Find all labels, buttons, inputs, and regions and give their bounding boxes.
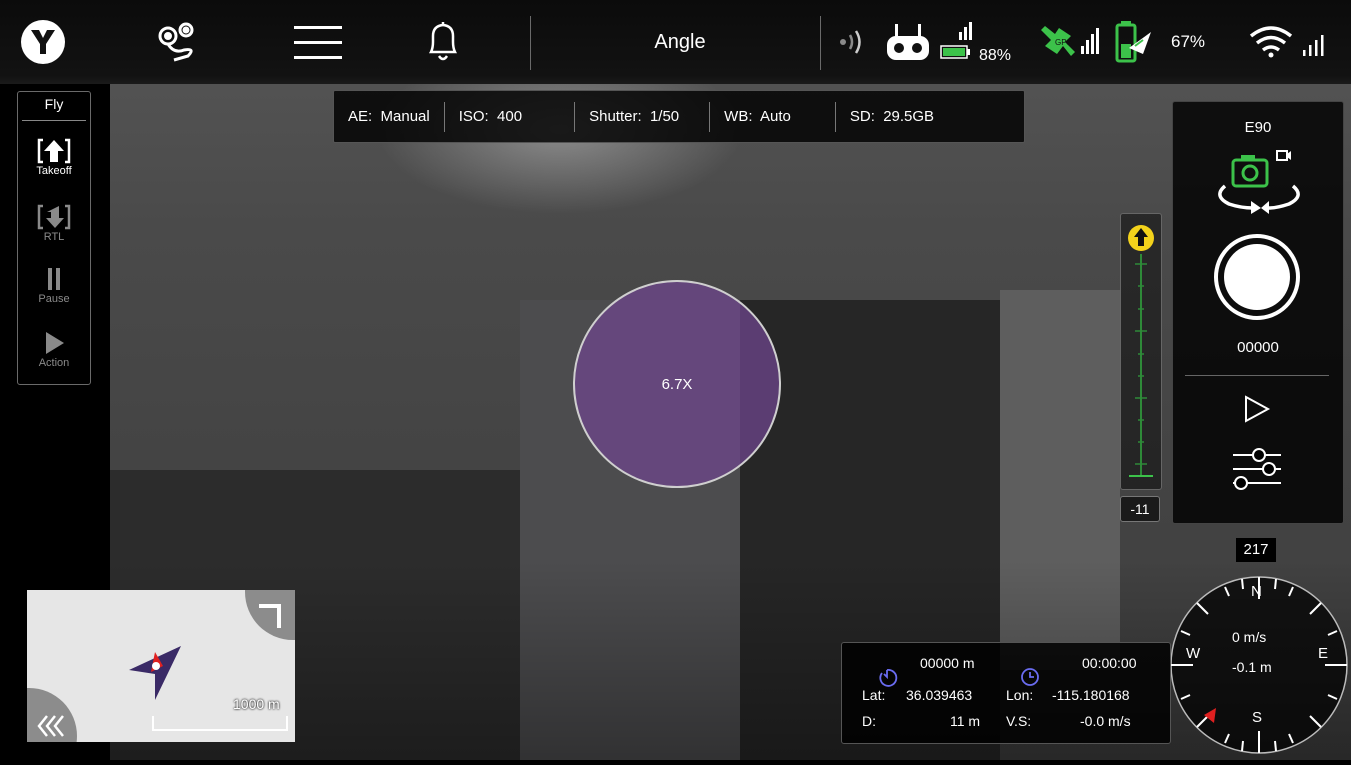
return-home-icon [37,204,71,230]
mode-title: Angle [654,30,706,53]
controller-battery-icon [938,0,976,84]
camera-switch-icon[interactable] [1211,148,1307,225]
battery-icon[interactable] [1112,0,1158,84]
heading-readout: 217 [1236,538,1276,562]
action-button[interactable]: Action [18,330,90,369]
route-planning-icon[interactable] [148,0,208,84]
shutter-button[interactable] [1213,233,1301,326]
fly-panel-title: Fly [22,92,86,121]
compass-east: E [1318,645,1329,662]
flight-time-value: 00:00:00 [1082,655,1137,671]
map-scale-label: 1000 m [233,696,280,712]
compass-south: S [1252,709,1263,726]
bell-icon[interactable] [418,0,468,84]
gimbal-value: -11 [1120,496,1160,522]
action-label: Action [38,357,70,369]
map-scale-bar [152,716,288,731]
wb-setting[interactable]: WB: Auto [709,101,835,132]
menu-icon[interactable] [288,0,348,84]
pause-button[interactable]: Pause [18,266,90,305]
takeoff-label: Takeoff [36,165,72,177]
altitude-readout: -0.1 m [1232,659,1272,675]
divider [530,16,531,70]
lat-value: 36.039463 [906,687,973,703]
vs-label: V.S: [1006,713,1032,729]
gps-satellite-icon[interactable]: GPS [1035,0,1101,84]
vs-value: -0.0 m/s [1080,713,1131,729]
telemetry-panel: 00000 m 00:00:00 Lat: 36.039463 Lon: -11… [841,642,1171,744]
photo-counter: 00000 [1237,339,1279,356]
rtl-button[interactable]: RTL [18,202,90,243]
minimap[interactable]: 1000 m [27,590,295,742]
signal-broadcast-icon [832,0,872,84]
controller-battery-text: 88% [978,47,1012,64]
divider [1185,375,1329,376]
svg-text:GPS: GPS [1055,38,1072,47]
sd-storage: SD: 29.5GB [834,101,948,132]
top-bar: Angle 88% GPS 67% [0,0,1351,84]
play-icon [46,332,64,354]
zoom-label: 6.7X [661,376,693,393]
remote-controller-icon[interactable] [884,0,932,84]
d-label: D: [862,713,876,729]
up-arrow-icon [1128,225,1154,251]
d-value: 11 m [950,713,981,729]
drone-position-icon [129,646,181,700]
expand-corner-icon [259,604,281,628]
camera-panel: E90 00000 [1172,101,1344,524]
pause-label: Pause [38,293,70,305]
compass: N S W E 0 m/s -0.1 m [1166,563,1351,760]
ae-setting[interactable]: AE: Manual [334,102,444,132]
compass-west: W [1186,645,1201,662]
zoom-indicator[interactable]: 6.7X [573,280,781,488]
iso-setting[interactable]: ISO: 400 [443,101,574,132]
shutter-setting[interactable]: Shutter: 1/50 [574,101,709,132]
camera-settings-bar[interactable]: AE: Manual ISO: 400 Shutter: 1/50 WB: Au… [333,90,1025,143]
lon-label: Lon: [1006,687,1034,703]
wifi-icon[interactable] [1244,0,1334,84]
lat-label: Lat: [862,687,886,703]
lon-value: -115.180168 [1052,687,1130,703]
camera-settings-sliders-icon[interactable] [1231,445,1283,498]
takeoff-button[interactable]: Takeoff [18,136,90,177]
camera-model: E90 [1244,119,1272,136]
playback-icon[interactable] [1241,394,1271,429]
collapse-chevrons-icon [37,715,64,737]
distance-value: 00000 m [920,655,975,671]
drone-battery-text: 67% [1170,32,1206,51]
rtl-label: RTL [43,231,65,243]
speed-readout: 0 m/s [1232,629,1267,645]
takeoff-icon [37,138,71,164]
pause-icon [48,268,60,290]
compass-north: N [1251,583,1262,600]
divider [820,16,821,70]
app-logo-icon[interactable] [15,0,71,84]
gimbal-slider[interactable] [1120,213,1162,490]
fly-panel: Fly Takeoff RTL Pause Action [17,91,91,385]
